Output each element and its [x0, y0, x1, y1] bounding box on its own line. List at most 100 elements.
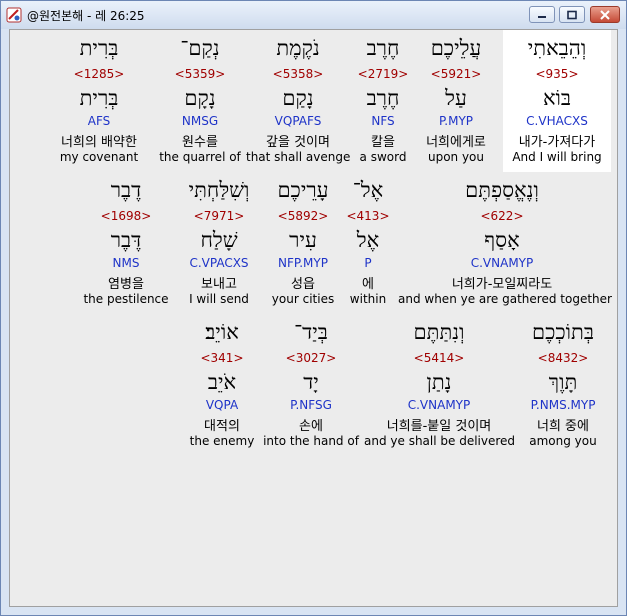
word-cell[interactable]: חֶרֶב <2719> חֶרֶב NFS 칼을 a sword	[354, 30, 412, 172]
korean-gloss: 갚을 것이며	[266, 135, 330, 150]
window-bottom-border	[1, 607, 626, 615]
close-button[interactable]	[590, 6, 620, 23]
hebrew-root: אָסַף	[484, 228, 520, 252]
korean-gloss: 너희에게로	[426, 135, 486, 150]
korean-gloss: 너희의 배약한	[61, 135, 137, 150]
morphology-code: P.NFSG	[290, 398, 332, 412]
hebrew-word: בְּרִית	[79, 36, 119, 60]
korean-gloss: 너희를-붙일 것이며	[386, 419, 492, 434]
word-cell[interactable]: נֹקֶמֶת <5358> נָקַם VQPAFS 갚을 것이며 that …	[246, 30, 350, 172]
morphology-code: P.NMS.MYP	[530, 398, 596, 412]
word-cell[interactable]: בְּתוֹכְכֶם <8432> תָּוֶךְ P.NMS.MYP 너희 …	[515, 314, 611, 456]
korean-gloss: 너희가-모일찌라도	[451, 277, 553, 292]
english-gloss: the quarrel of	[159, 150, 241, 164]
strong-number[interactable]: <622>	[398, 209, 606, 223]
hebrew-word: נְקַם־	[180, 36, 220, 60]
morphology-code: P	[364, 256, 372, 270]
english-gloss: that shall avenge	[246, 150, 351, 164]
english-gloss: a sword	[359, 150, 407, 164]
morphology-code: C.VNAMYP	[407, 398, 471, 412]
hebrew-word: בְּיַד־	[294, 320, 328, 344]
strong-number[interactable]: <5358>	[246, 67, 350, 81]
morphology-code: C.VHACXS	[526, 114, 588, 128]
word-cell[interactable]: עָרֵיכֶם <5892> עִיר NFP.MYP 성읍 your cit…	[266, 172, 340, 314]
strong-number[interactable]: <5892>	[266, 209, 340, 223]
hebrew-root: עַל	[445, 86, 467, 110]
window-title: @원전본해 - 레 26:25	[27, 9, 145, 23]
word-cell[interactable]: אוֹיֵב׃ <341> אֹיֵב VQPA 대적의 the enemy	[188, 314, 256, 456]
minimize-button[interactable]	[529, 6, 555, 23]
hebrew-word: עֲלֵיכֶם	[430, 36, 482, 60]
strong-number[interactable]: <3027>	[260, 351, 362, 365]
english-gloss: and ye shall be delivered	[364, 434, 516, 448]
word-cell[interactable]: אֶל־ <413> אֶל P 에 within	[344, 172, 392, 314]
hebrew-root: נָקַם	[282, 86, 314, 110]
english-gloss: your cities	[271, 292, 335, 306]
word-cell[interactable]: עֲלֵיכֶם <5921> עַל P.MYP 너희에게로 upon you	[414, 30, 498, 172]
word-cell[interactable]: נְקַם־ <5359> נָקָם NMSG 원수를 the quarrel…	[157, 30, 243, 172]
word-cell[interactable]: וְנֶאֱסַפְתֶּם <622> אָסַף C.VNAMYP 너희가-…	[398, 172, 612, 314]
word-cell[interactable]: וְשִׁלַּחְתִּי <7971> שָׁלַח C.VPACXS 보내…	[178, 172, 260, 314]
word-cell[interactable]: בְּרִית <1285> בְּרִית AFS 너희의 배약한 my co…	[45, 30, 153, 172]
english-gloss: and when ye are gathered together	[398, 292, 612, 306]
morphology-code: VQPA	[205, 398, 239, 412]
hebrew-word: וְשִׁלַּחְתִּי	[188, 178, 250, 202]
strong-number[interactable]: <341>	[188, 351, 256, 365]
morphology-code: NFS	[371, 114, 395, 128]
english-gloss: into the hand of	[263, 434, 359, 448]
hebrew-root: תָּוֶךְ	[548, 370, 578, 394]
english-gloss: my covenant	[59, 150, 139, 164]
morphology-code: AFS	[87, 114, 111, 128]
english-gloss: I will send	[189, 292, 249, 306]
hebrew-root: נָקָם	[184, 86, 216, 110]
morphology-code: NMSG	[181, 114, 219, 128]
app-icon	[6, 7, 22, 23]
korean-gloss: 성읍	[291, 277, 315, 292]
korean-gloss: 손에	[299, 419, 323, 434]
word-cell[interactable]: בְּיַד־ <3027> יָד P.NFSG 손에 into the ha…	[260, 314, 362, 456]
hebrew-root: שָׁלַח	[200, 228, 238, 252]
strong-number[interactable]: <8432>	[515, 351, 611, 365]
korean-gloss: 칼을	[371, 135, 395, 150]
korean-gloss: 에	[362, 277, 374, 292]
morphology-code: NMS	[112, 256, 140, 270]
close-icon	[600, 9, 610, 20]
english-gloss: the pestilence	[83, 292, 169, 306]
app-window: @원전본해 - 레 26:25 וְהֵבֵאתִי <935> בּוֹא C…	[0, 0, 627, 616]
word-cell[interactable]: וְנִתַּתֶּם <5414> נָתַן C.VNAMYP 너희를-붙일…	[364, 314, 516, 456]
hebrew-word: נֹקֶמֶת	[276, 36, 320, 60]
hebrew-word: וְנֶאֱסַפְתֶּם	[465, 178, 539, 202]
word-cell[interactable]: דֶבֶר <1698> דֶּבֶר NMS 염병을 the pestilen…	[80, 172, 172, 314]
word-cell[interactable]: וְהֵבֵאתִי <935> בּוֹא C.VHACXS 내가-가져다가 …	[503, 30, 611, 172]
english-gloss: And I will bring	[512, 150, 602, 164]
maximize-button[interactable]	[559, 6, 585, 23]
strong-number[interactable]: <1285>	[45, 67, 153, 81]
maximize-icon	[567, 10, 577, 19]
hebrew-word: אוֹיֵב׃	[205, 320, 239, 344]
korean-gloss: 너희 중에	[537, 419, 589, 434]
strong-number[interactable]: <2719>	[354, 67, 412, 81]
hebrew-root: יָד	[303, 370, 319, 394]
strong-number[interactable]: <5414>	[364, 351, 514, 365]
hebrew-word: בְּתוֹכְכֶם	[532, 320, 594, 344]
korean-gloss: 대적의	[204, 419, 240, 434]
hebrew-word: אֶל־	[352, 178, 384, 202]
strong-number[interactable]: <5921>	[414, 67, 498, 81]
korean-gloss: 내가-가져다가	[518, 135, 596, 150]
title-bar[interactable]: @원전본해 - 레 26:25	[1, 1, 626, 29]
strong-number[interactable]: <935>	[503, 67, 611, 81]
english-gloss: within	[349, 292, 387, 306]
korean-gloss: 보내고	[201, 277, 237, 292]
morphology-code: C.VPACXS	[189, 256, 249, 270]
morphology-code: VQPAFS	[274, 114, 322, 128]
strong-number[interactable]: <5359>	[157, 67, 243, 81]
strong-number[interactable]: <413>	[344, 209, 392, 223]
hebrew-root: בּוֹא	[542, 86, 572, 110]
hebrew-word: וְנִתַּתֶּם	[413, 320, 465, 344]
strong-number[interactable]: <7971>	[178, 209, 260, 223]
korean-gloss: 원수를	[182, 135, 218, 150]
english-gloss: upon you	[427, 150, 485, 164]
morphology-code: P.MYP	[438, 114, 474, 128]
korean-gloss: 염병을	[108, 277, 144, 292]
strong-number[interactable]: <1698>	[80, 209, 172, 223]
